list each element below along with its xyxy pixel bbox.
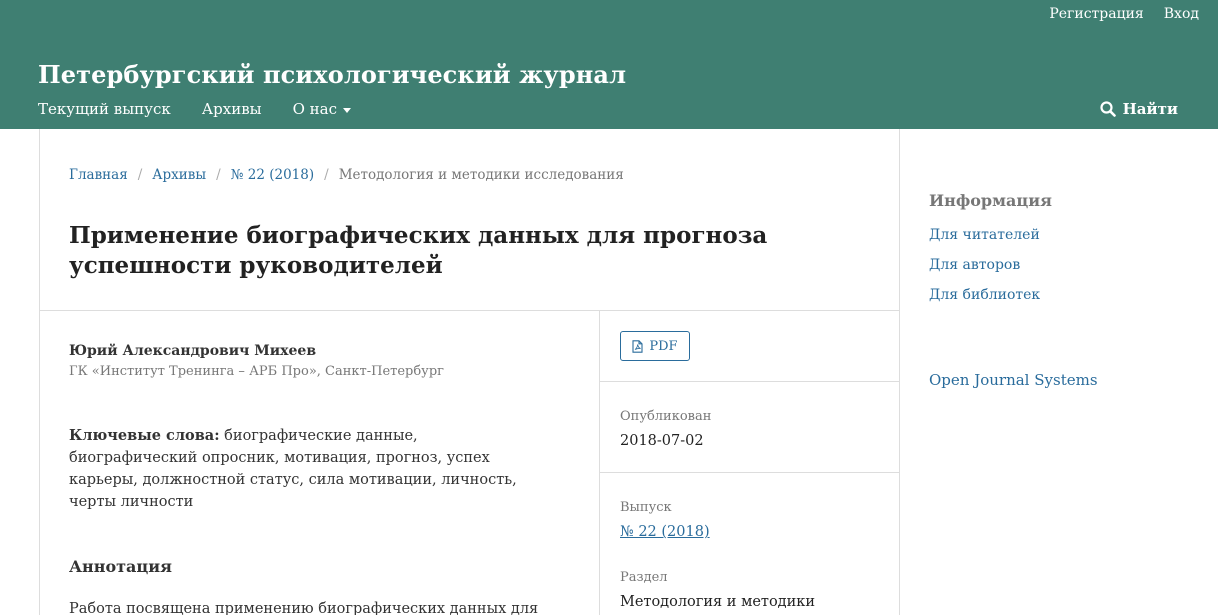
published-label: Опубликован xyxy=(620,409,712,424)
pdf-download-button[interactable]: PDF xyxy=(620,331,690,361)
section-value: Методология и методики xyxy=(620,594,815,610)
login-link[interactable]: Вход xyxy=(1164,6,1199,22)
breadcrumb-separator: / xyxy=(216,167,221,183)
column-divider xyxy=(599,310,600,615)
nav-about-dropdown[interactable]: О нас xyxy=(292,100,352,118)
divider xyxy=(600,381,899,382)
issue-label: Выпуск xyxy=(620,500,672,515)
main-content: Главная / Архивы / № 22 (2018) / Методол… xyxy=(39,129,900,615)
issue-link[interactable]: № 22 (2018) xyxy=(620,524,710,540)
caret-down-icon xyxy=(343,107,352,113)
section-label: Раздел xyxy=(620,570,668,585)
author-name: Юрий Александрович Михеев xyxy=(69,343,317,359)
abstract-title: Аннотация xyxy=(69,557,172,576)
divider xyxy=(40,310,899,311)
breadcrumb-issue[interactable]: № 22 (2018) xyxy=(231,167,314,183)
breadcrumb-home[interactable]: Главная xyxy=(69,167,128,183)
search-label: Найти xyxy=(1122,100,1178,118)
site-header: Регистрация Вход Петербургский психологи… xyxy=(0,0,1218,129)
register-link[interactable]: Регистрация xyxy=(1049,6,1143,22)
user-nav: Регистрация Вход xyxy=(1049,6,1199,22)
breadcrumb: Главная / Архивы / № 22 (2018) / Методол… xyxy=(69,167,624,183)
pdf-label: PDF xyxy=(649,338,678,354)
author-affiliation: ГК «Институт Тренинга – АРБ Про», Санкт-… xyxy=(69,364,444,379)
primary-nav: Текущий выпуск Архивы О нас xyxy=(38,100,352,118)
breadcrumb-separator: / xyxy=(137,167,143,183)
nav-archives[interactable]: Архивы xyxy=(202,100,262,118)
breadcrumb-current: Методология и методики исследования xyxy=(338,167,624,183)
sidebar-link-readers[interactable]: Для читателей xyxy=(929,227,1040,243)
breadcrumb-archives[interactable]: Архивы xyxy=(152,167,206,183)
published-date: 2018-07-02 xyxy=(620,433,704,449)
article-title: Применение биографических данных для про… xyxy=(69,222,768,279)
keywords-label: Ключевые слова: xyxy=(69,427,220,444)
nav-current-issue[interactable]: Текущий выпуск xyxy=(38,100,171,118)
nav-archives-label: Архивы xyxy=(201,100,262,118)
breadcrumb-separator: / xyxy=(324,167,329,183)
nav-about-label: О нас xyxy=(292,100,338,118)
site-title[interactable]: Петербургский психологический журнал xyxy=(38,60,626,89)
sidebar-link-libraries[interactable]: Для библиотек xyxy=(929,287,1040,303)
ojs-link[interactable]: Open Journal Systems xyxy=(929,371,1098,389)
sidebar-link-authors[interactable]: Для авторов xyxy=(929,257,1020,273)
sidebar-title: Информация xyxy=(929,191,1052,210)
nav-current-issue-label: Текущий выпуск xyxy=(38,100,171,118)
search-link[interactable]: Найти xyxy=(1099,100,1178,118)
pdf-file-icon xyxy=(632,339,643,353)
abstract-text: Работа посвящена применению биографическ… xyxy=(69,601,539,615)
search-icon xyxy=(1099,101,1116,117)
divider xyxy=(600,472,899,473)
keywords: Ключевые слова: биографические данные, б… xyxy=(69,425,539,513)
